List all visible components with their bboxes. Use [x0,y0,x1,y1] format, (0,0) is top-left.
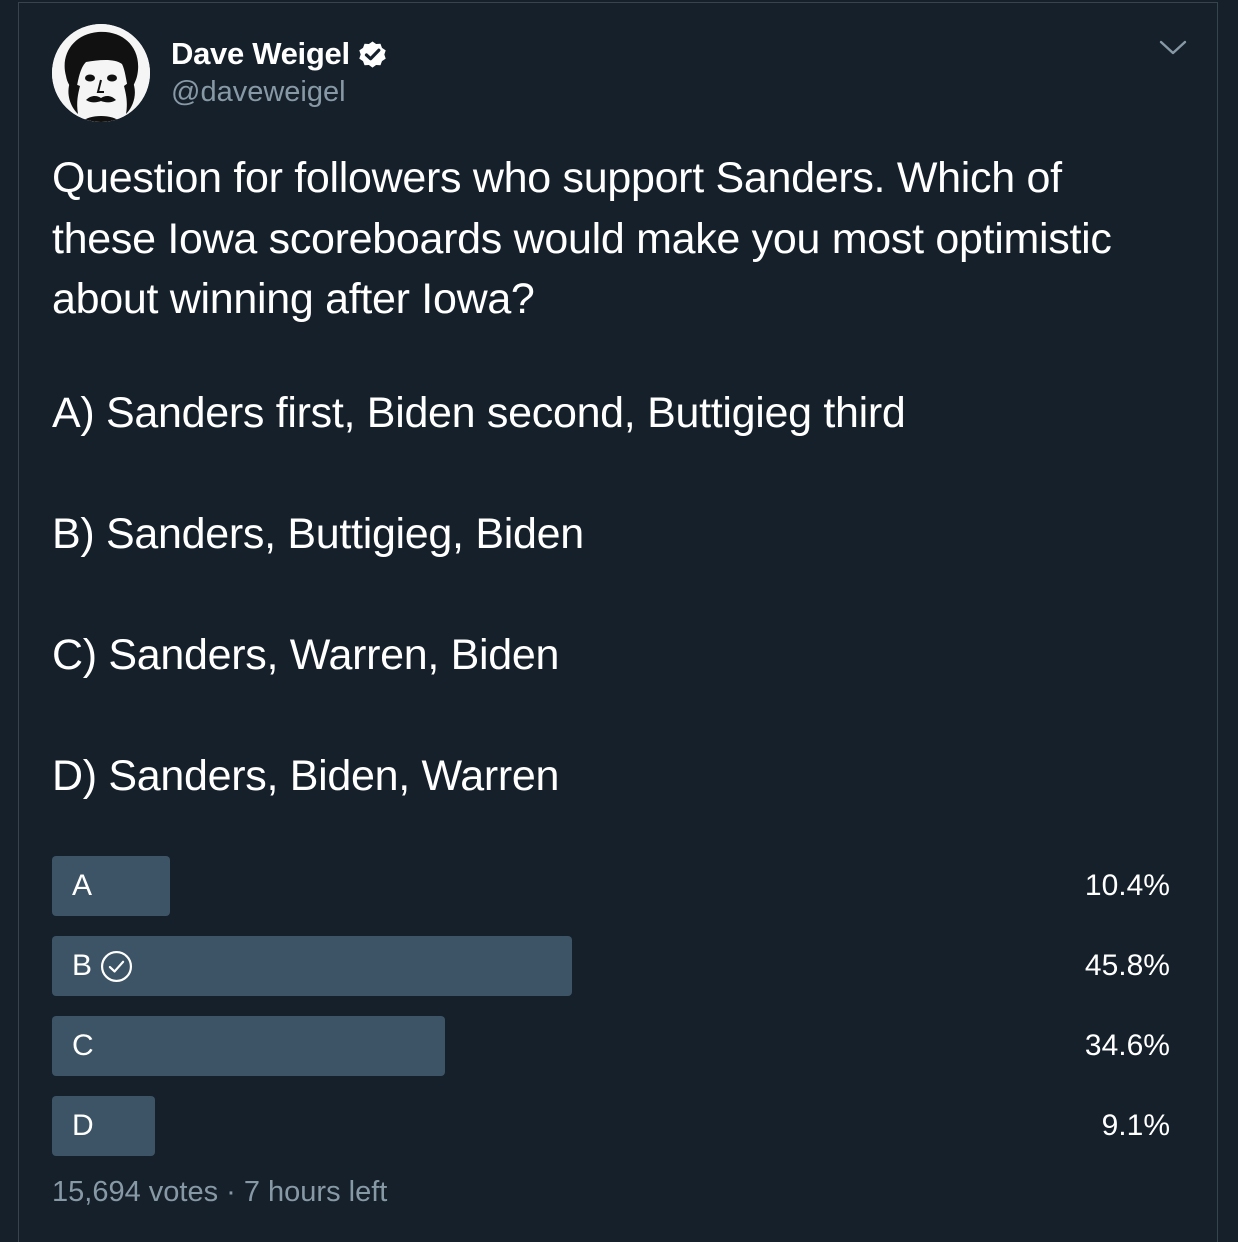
chevron-down-icon[interactable] [1158,36,1188,60]
poll-choice-label: A [72,856,92,916]
avatar-illustration-icon [52,24,150,122]
option-text-c: C) Sanders, Warren, Biden [52,631,560,679]
poll-choice-letter: B [72,949,93,982]
avatar[interactable] [52,24,150,122]
poll-separator: · [218,1176,244,1208]
poll-choice-label: D [72,1096,94,1156]
poll-choice-b: B 45.8% [52,936,1170,996]
poll-choice-c: C 34.6% [52,1016,1170,1076]
poll-percent: 10.4% [1084,869,1170,902]
poll-choice-label: C [72,1016,94,1076]
poll-percent: 9.1% [1101,1109,1170,1142]
poll-choice-label: B [72,936,133,996]
poll-vote-count: 15,694 votes [52,1176,219,1208]
option-text-a: A) Sanders first, Biden second, Buttigie… [52,389,906,437]
verified-badge-icon [359,40,386,68]
poll-footer: 15,694 votes · 7 hours left [52,1176,387,1209]
poll-choice-letter: D [72,1109,94,1142]
author-handle[interactable]: @daveweigel [171,76,346,109]
option-text-d: D) Sanders, Biden, Warren [52,752,560,800]
poll-choice-a: A 10.4% [52,856,1170,916]
poll-bar [52,1096,155,1156]
option-text-b: B) Sanders, Buttigieg, Biden [52,510,584,558]
check-circle-icon [100,950,133,982]
question-line: about winning after Iowa? [52,275,535,323]
poll-choice-letter: C [72,1029,94,1062]
author-name[interactable]: Dave Weigel [171,36,350,72]
tweet-question: Question for followers who support Sande… [52,148,1202,330]
poll-bar [52,856,170,916]
question-line: Question for followers who support Sande… [52,154,1062,202]
poll-bar [52,1016,445,1076]
poll-choice-d: D 9.1% [52,1096,1170,1156]
question-line: these Iowa scoreboards would make you mo… [52,214,1112,263]
poll-percent: 45.8% [1084,949,1170,982]
poll-choice-letter: A [72,869,93,902]
poll-percent: 34.6% [1084,1029,1170,1062]
author-name-row[interactable]: Dave Weigel [171,34,389,74]
poll-time-left: 7 hours left [243,1176,388,1208]
